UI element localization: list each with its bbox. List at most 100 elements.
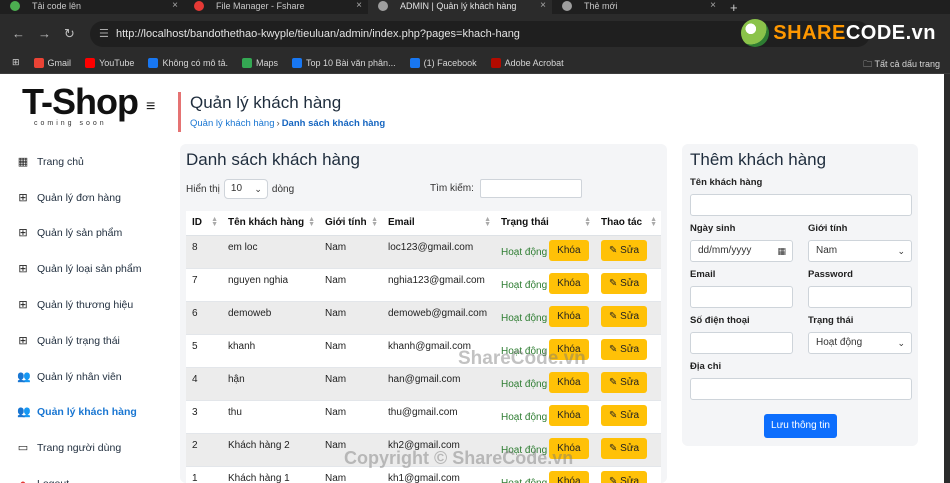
cell-email: kh1@gmail.com [382,466,495,483]
status-select[interactable]: Hoạt động ⌄ [808,332,912,354]
calendar-icon[interactable]: ▦ [777,241,786,261]
phone-label: Số điện thoại [690,315,750,326]
close-icon[interactable]: × [356,0,362,12]
cell-actions: ✎ Sửa [595,367,661,401]
edit-button[interactable]: ✎ Sửa [601,305,648,327]
bookmark-item[interactable]: (1) Facebook [409,57,477,68]
sidebar-item-trang-nguoi-dung[interactable]: ▭ Trang người dùng [17,430,141,466]
sidebar-item-quan-ly-don-hang[interactable]: ⊞ Quản lý đơn hàng [17,180,141,216]
cell-email-text: khanh@gmail.com [388,340,471,352]
table-row: 4 hận Nam han@gmail.com Hoạt động Khóa ✎ Sửa [186,367,661,401]
lock-button[interactable]: Khóa [549,338,589,360]
brand-logo[interactable]: T-Shop coming soon [22,81,162,128]
address-input[interactable] [690,378,912,400]
hamburger-menu-icon[interactable]: ≡ [146,98,155,116]
lock-button[interactable]: Khóa [549,371,589,393]
lock-button[interactable]: Khóa [549,239,589,261]
browser-tab[interactable]: ADMIN | Quản lý khách hàng × [368,0,552,14]
bookmark-item[interactable]: Không có mô tả. [148,57,228,68]
password-input[interactable] [808,286,912,308]
bookmark-item[interactable]: Adobe Acrobat [490,57,564,68]
edit-button[interactable]: ✎ Sửa [601,338,648,360]
edit-button[interactable]: ✎ Sửa [601,239,648,261]
cell-email: thu@gmail.com [382,400,495,434]
name-input[interactable] [690,194,912,216]
edit-button[interactable]: ✎ Sửa [601,371,648,393]
tab-favicon-icon [10,1,20,11]
page-size-select[interactable]: 10 ⌄ [223,179,268,199]
forward-icon[interactable]: → [38,26,51,41]
browser-tab[interactable]: Tải code lên × [0,0,184,14]
browser-tab[interactable]: Thẻ mới × [552,0,722,14]
browser-tab[interactable]: File Manager - Fshare × [184,0,368,14]
edit-button[interactable]: ✎ Sửa [601,404,648,426]
cell-gender-text: Nam [325,439,347,451]
cell-email: khanh@gmail.com [382,334,495,368]
email-input[interactable] [690,286,793,308]
gender-select[interactable]: Nam ⌄ [808,240,912,262]
bookmark-label: (1) Facebook [423,57,477,68]
sort-icon[interactable]: ▲ ▼ [211,216,218,228]
bookmark-item[interactable]: YouTube [85,57,134,68]
lock-button[interactable]: Khóa [549,272,589,294]
lock-button[interactable]: Khóa [549,437,589,459]
search-input[interactable] [479,179,582,198]
column-header[interactable]: ID ▲ ▼ [186,211,222,236]
back-icon[interactable]: ← [12,26,25,41]
close-icon[interactable]: × [710,0,716,12]
all-bookmarks[interactable]: 🗀 Tất cả dấu trang [863,57,940,73]
sidebar-item-quan-ly-thuong-hieu[interactable]: ⊞ Quản lý thương hiệu [17,287,141,323]
sidebar-item-quan-ly-trang-thai[interactable]: ⊞ Quản lý trạng thái [17,323,141,359]
new-tab-button[interactable]: + [722,1,746,14]
edit-icon: ✎ [609,475,621,483]
lock-button[interactable]: Khóa [549,404,589,426]
sort-icon[interactable]: ▲ ▼ [584,216,591,228]
brand-name: T-Shop [22,81,139,122]
breadcrumb-parent[interactable]: Quản lý khách hàng [190,118,275,129]
sort-icon[interactable]: ▲ ▼ [308,216,315,228]
close-icon[interactable]: × [540,0,546,12]
sort-icon[interactable]: ▲ ▼ [484,216,491,228]
column-header[interactable]: Giới tính ▲ ▼ [319,211,382,236]
chevron-down-icon: ⌄ [897,338,905,348]
sidebar-item-trang-chu[interactable]: ▦ Trang chủ [17,144,141,180]
column-header[interactable]: Email ▲ ▼ [382,211,495,236]
cell-id-text: 2 [192,439,198,451]
status-text: Hoạt động [501,411,548,423]
edit-button[interactable]: ✎ Sửa [601,470,648,483]
apps-icon[interactable]: ⊞ [12,57,20,68]
sidebar-item-quan-ly-san-pham[interactable]: ⊞ Quản lý sản phẩm [17,216,141,252]
bookmark-item[interactable]: Top 10 Bài văn phân... [292,57,396,68]
edit-button[interactable]: ✎ Sửa [601,437,648,459]
bookmark-favicon-icon [292,57,302,68]
lock-button[interactable]: Khóa [549,470,589,483]
sidebar-item-logout[interactable]: ● Logout [17,466,141,483]
column-header[interactable]: Trạng thái ▲ ▼ [495,211,595,236]
sidebar-item-quan-ly-loai-san-pham[interactable]: ⊞ Quản lý loại sản phẩm [17,251,141,287]
brand-tagline: coming soon [34,120,107,127]
bookmark-item[interactable]: Gmail [33,57,71,68]
bookmark-label: Maps [255,57,278,68]
cell-name: em loc [222,235,319,269]
bookmark-item[interactable]: Maps [241,57,278,68]
save-button[interactable]: Lưu thông tin [764,414,837,438]
dob-input[interactable]: dd/mm/yyyy ▦ [690,240,793,262]
email-label: Email [690,269,716,280]
sidebar-item-label: Trang chủ [37,155,84,168]
site-info-icon[interactable]: ☰ [99,21,109,47]
reload-icon[interactable]: ↻ [64,26,75,42]
sidebar-item-quan-ly-nhan-vien[interactable]: 👥 Quản lý nhân viên [17,359,141,395]
page-scrollbar[interactable] [944,74,950,483]
phone-input[interactable] [690,332,793,354]
sort-icon[interactable]: ▲ ▼ [650,216,657,228]
cell-email: han@gmail.com [382,367,495,401]
column-header[interactable]: Tên khách hàng ▲ ▼ [222,211,319,236]
edit-button[interactable]: ✎ Sửa [601,272,648,294]
sort-icon[interactable]: ▲ ▼ [371,216,378,228]
cell-email: nghia123@gmail.com [382,268,495,302]
close-icon[interactable]: × [172,0,178,12]
column-header[interactable]: Thao tác ▲ ▼ [595,211,661,236]
lock-button[interactable]: Khóa [549,305,589,327]
bookmark-favicon-icon [148,57,159,68]
sidebar-item-quan-ly-khach-hang[interactable]: 👥 Quản lý khách hàng [17,395,141,431]
